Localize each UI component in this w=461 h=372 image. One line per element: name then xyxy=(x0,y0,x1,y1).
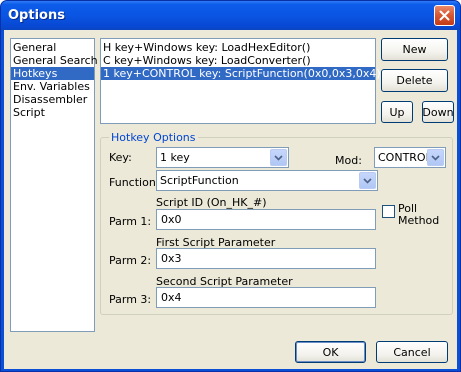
parm1-label: Parm 1: xyxy=(109,215,152,228)
close-icon xyxy=(439,10,450,21)
parm2-label: Parm 2: xyxy=(109,254,152,267)
parm3-input-value: 0x4 xyxy=(161,291,182,304)
hotkey-list[interactable]: H key+Windows key: LoadHexEditor() C key… xyxy=(100,38,381,124)
parm2-input[interactable]: 0x3 xyxy=(156,248,376,269)
function-select-value: ScriptFunction xyxy=(160,174,239,187)
category-item-general-search[interactable]: General Search xyxy=(11,54,98,67)
mod-select-value: CONTROL xyxy=(378,151,432,164)
parm3-input[interactable]: 0x4 xyxy=(156,287,376,308)
category-item-hotkeys[interactable]: Hotkeys xyxy=(11,67,94,80)
hotkey-item-selected[interactable]: 1 key+CONTROL key: ScriptFunction(0x0,0x… xyxy=(101,67,381,80)
parm1-input-value: 0x0 xyxy=(161,213,182,226)
chevron-down-icon[interactable] xyxy=(427,149,444,166)
parm1-caption: Script ID (On_HK_#) xyxy=(156,196,267,209)
category-list[interactable]: General General Search Hotkeys Env. Vari… xyxy=(10,38,98,332)
window-title: Options xyxy=(8,8,65,23)
hotkey-item[interactable]: H key+Windows key: LoadHexEditor() xyxy=(101,41,375,54)
key-select[interactable]: 1 key xyxy=(156,147,289,168)
category-item-env-variables[interactable]: Env. Variables xyxy=(11,80,94,93)
parm1-input[interactable]: 0x0 xyxy=(156,209,376,230)
category-item-general[interactable]: General xyxy=(11,41,94,54)
key-select-value: 1 key xyxy=(160,151,190,164)
poll-method-checkbox[interactable] xyxy=(382,205,395,218)
close-button[interactable] xyxy=(434,5,455,26)
function-select[interactable]: ScriptFunction xyxy=(156,170,378,191)
poll-method-label-line2: Method xyxy=(398,214,440,227)
mod-label: Mod: xyxy=(335,154,362,167)
parm3-label: Parm 3: xyxy=(109,293,152,306)
delete-button[interactable]: Delete xyxy=(381,69,448,92)
category-item-disassembler[interactable]: Disassembler xyxy=(11,93,94,106)
function-label: Function: xyxy=(109,176,160,189)
hotkey-item[interactable]: C key+Windows key: LoadConverter() xyxy=(101,54,375,67)
up-button[interactable]: Up xyxy=(381,101,413,123)
mod-select[interactable]: CONTROL xyxy=(374,147,446,168)
down-button[interactable]: Down xyxy=(422,101,454,123)
chevron-down-icon[interactable] xyxy=(359,172,376,189)
cancel-button[interactable]: Cancel xyxy=(376,341,448,363)
title-bar[interactable]: Options xyxy=(1,1,460,30)
chevron-down-icon[interactable] xyxy=(270,149,287,166)
hotkey-options-legend: Hotkey Options xyxy=(109,131,198,144)
key-label: Key: xyxy=(109,151,132,164)
new-button[interactable]: New xyxy=(381,38,448,61)
parm2-input-value: 0x3 xyxy=(161,252,182,265)
dialog-client: General General Search Hotkeys Env. Vari… xyxy=(4,30,457,369)
ok-button[interactable]: OK xyxy=(295,341,366,363)
category-item-script[interactable]: Script xyxy=(11,106,94,119)
options-window: Options General General Search Hotkeys E… xyxy=(0,0,461,372)
